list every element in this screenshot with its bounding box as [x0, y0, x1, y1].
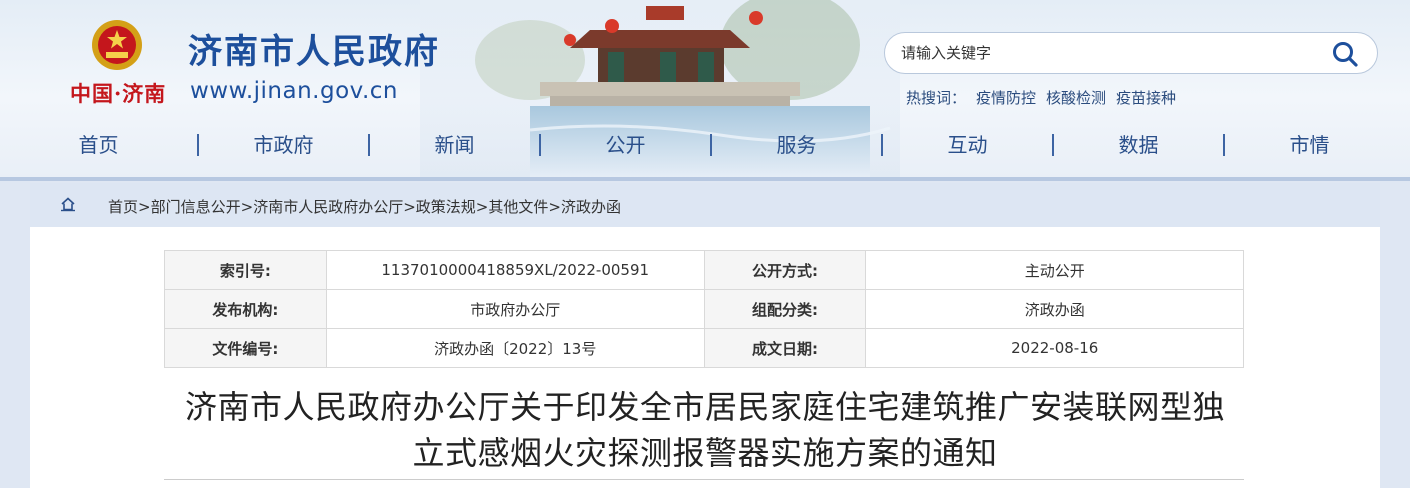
brand-city-logo-text: 中国·济南 — [70, 81, 167, 106]
meta-key-index: 索引号: — [164, 250, 327, 290]
breadcrumb-item[interactable]: 济南市人民政府办公厅 — [253, 198, 403, 216]
document-meta-table: 索引号: 1137010000418859XL/2022-00591 公开方式:… — [164, 250, 1244, 368]
search-input[interactable] — [901, 33, 1301, 73]
meta-value-disclosure: 主动公开 — [865, 250, 1244, 290]
nav-item-data[interactable]: 数据 — [1054, 124, 1223, 170]
meta-key-doc-number: 文件编号: — [164, 328, 327, 368]
table-row: 索引号: 1137010000418859XL/2022-00591 公开方式:… — [164, 250, 1244, 290]
table-row: 发布机构: 市政府办公厅 组配分类: 济政办函 — [164, 289, 1244, 329]
breadcrumb-separator: > — [403, 198, 416, 216]
nav-item-service[interactable]: 服务 — [712, 124, 881, 170]
nav-item-news[interactable]: 新闻 — [370, 124, 539, 170]
meta-value-date: 2022-08-16 — [865, 328, 1244, 368]
meta-value-index: 1137010000418859XL/2022-00591 — [325, 250, 705, 290]
meta-key-category: 组配分类: — [703, 289, 867, 329]
table-row: 文件编号: 济政办函〔2022〕13号 成文日期: 2022-08-16 — [164, 328, 1244, 368]
nav-item-city[interactable]: 市情 — [1225, 124, 1394, 170]
meta-value-doc-number: 济政办函〔2022〕13号 — [325, 328, 705, 368]
breadcrumb-item[interactable]: 政策法规 — [416, 198, 476, 216]
hot-search: 热搜词： 疫情防控 核酸检测 疫苗接种 — [906, 87, 1176, 108]
hot-search-item[interactable]: 疫情防控 — [976, 89, 1036, 107]
breadcrumb: 首页>部门信息公开>济南市人民政府办公厅>政策法规>其他文件>济政办函 — [30, 183, 1380, 227]
nav-item-home[interactable]: 首页 — [0, 124, 197, 170]
breadcrumb-separator: > — [138, 198, 151, 216]
breadcrumb-item[interactable]: 济政办函 — [561, 198, 621, 216]
nav-item-government[interactable]: 市政府 — [199, 124, 368, 170]
document-title-line: 立式感烟火灾探测报警器实施方案的通知 — [412, 434, 998, 472]
meta-value-publisher: 市政府办公厅 — [325, 289, 705, 329]
meta-key-date: 成文日期: — [703, 328, 867, 368]
breadcrumb-trail: 首页>部门信息公开>济南市人民政府办公厅>政策法规>其他文件>济政办函 — [108, 196, 621, 217]
site-title[interactable]: 济南市人民政府 — [188, 24, 440, 73]
hot-search-item[interactable]: 疫苗接种 — [1116, 89, 1176, 107]
main-nav: 首页 市政府 新闻 公开 服务 互动 数据 市情 — [0, 124, 1410, 170]
hot-search-item[interactable]: 核酸检测 — [1046, 89, 1106, 107]
document-title: 济南市人民政府办公厅关于印发全市居民家庭住宅建筑推广安装联网型独 立式感烟火灾探… — [160, 384, 1250, 476]
site-header: 中国·济南 济南市人民政府 www.jinan.gov.cn 热搜词： 疫情防控核… — [0, 0, 1410, 178]
nav-item-interaction[interactable]: 互动 — [883, 124, 1052, 170]
hot-search-label: 热搜词： — [906, 89, 967, 107]
breadcrumb-item[interactable]: 其他文件 — [488, 198, 548, 216]
home-icon[interactable] — [60, 196, 76, 212]
document-title-line: 济南市人民政府办公厅关于印发全市居民家庭住宅建筑推广安装联网型独 — [184, 388, 1225, 426]
title-divider — [164, 479, 1244, 480]
national-emblem-icon — [92, 20, 142, 70]
site-url[interactable]: www.jinan.gov.cn — [190, 78, 398, 104]
meta-value-category: 济政办函 — [865, 289, 1244, 329]
nav-item-public[interactable]: 公开 — [541, 124, 710, 170]
header-divider — [0, 177, 1410, 181]
meta-key-disclosure: 公开方式: — [703, 250, 867, 290]
meta-key-publisher: 发布机构: — [164, 289, 327, 329]
breadcrumb-item[interactable]: 首页 — [108, 198, 138, 216]
breadcrumb-separator: > — [475, 198, 489, 216]
breadcrumb-separator: > — [548, 198, 561, 216]
breadcrumb-item[interactable]: 部门信息公开 — [151, 198, 241, 216]
breadcrumb-separator: > — [240, 198, 254, 216]
search-icon[interactable] — [1331, 40, 1359, 68]
article-content: 索引号: 1137010000418859XL/2022-00591 公开方式:… — [30, 227, 1380, 488]
search-box — [884, 32, 1378, 74]
